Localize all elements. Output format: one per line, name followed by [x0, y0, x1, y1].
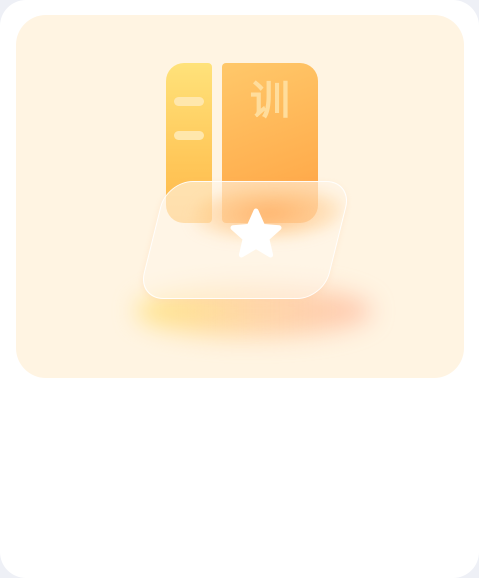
spine-line [174, 97, 204, 106]
card: 训 [0, 0, 479, 578]
hero-banner: 训 [16, 15, 464, 378]
cover-character: 训 [250, 78, 290, 124]
spine-line [174, 131, 204, 140]
training-book-illustration: 训 [134, 63, 372, 343]
star-icon [230, 208, 282, 258]
